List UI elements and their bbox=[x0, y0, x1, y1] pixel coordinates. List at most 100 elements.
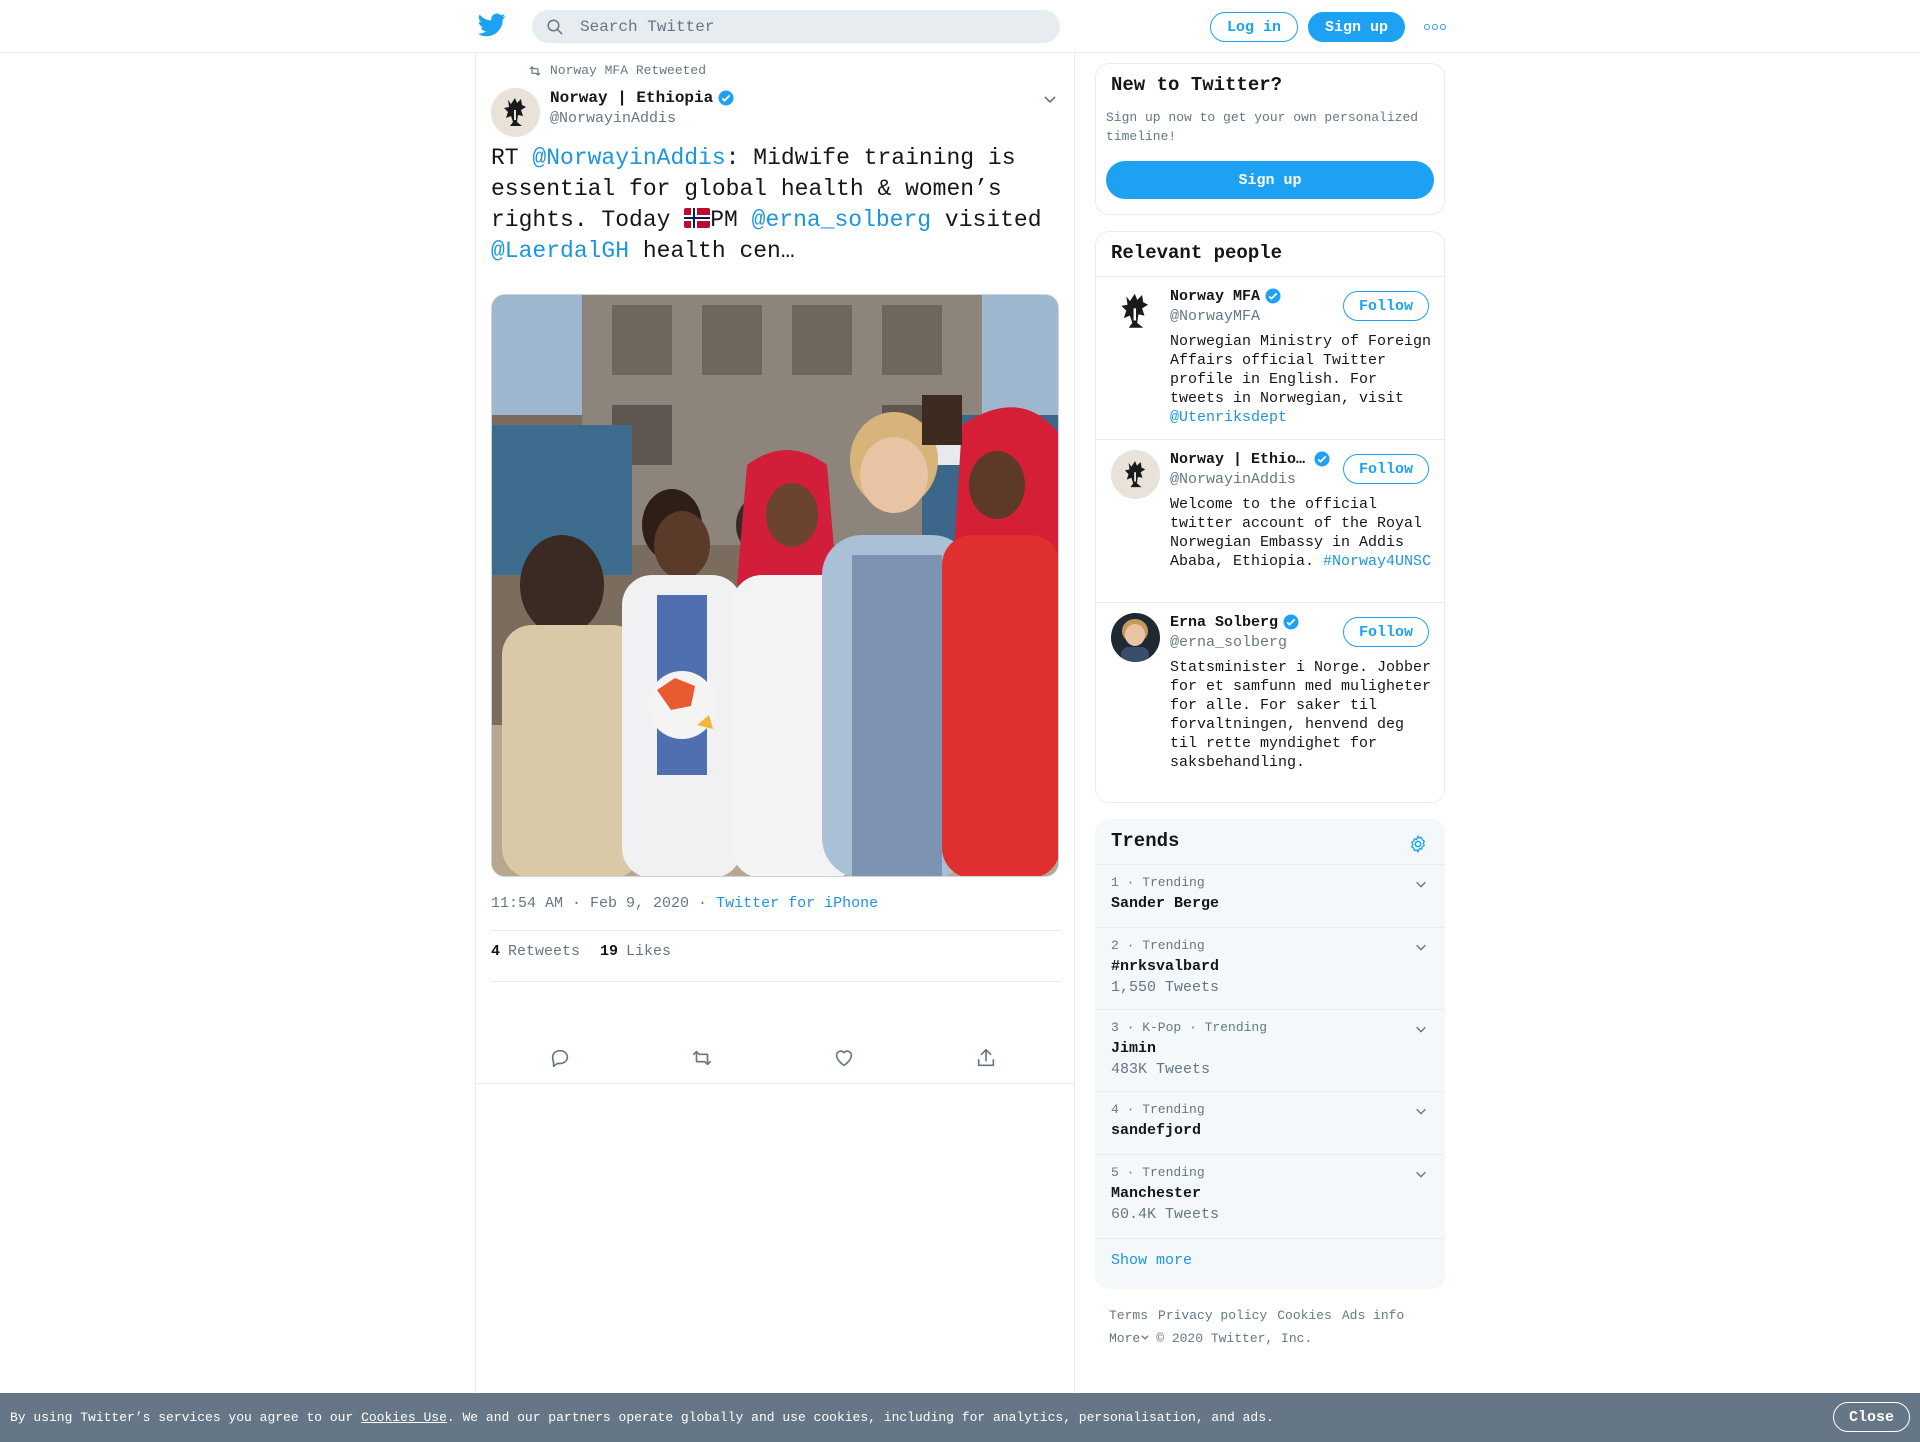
person-handle[interactable]: @NorwayMFA bbox=[1170, 308, 1260, 325]
likes-count: 19 bbox=[600, 943, 619, 960]
trend-item[interactable]: 1 · Trending Sander Berge bbox=[1096, 864, 1444, 927]
person-handle[interactable]: @NorwayinAddis bbox=[1170, 471, 1296, 488]
avatar[interactable] bbox=[1111, 613, 1160, 662]
follow-button[interactable]: Follow bbox=[1343, 291, 1429, 321]
tweet-stats: 4 Retweets 19 Likes bbox=[491, 943, 671, 960]
trend-item[interactable]: 5 · Trending Manchester 60.4K Tweets bbox=[1096, 1154, 1444, 1236]
search-box[interactable] bbox=[532, 10, 1060, 43]
share-icon[interactable] bbox=[975, 1047, 997, 1069]
follow-button[interactable]: Follow bbox=[1343, 617, 1429, 647]
footer-cookies-link[interactable]: Cookies bbox=[1277, 1308, 1332, 1323]
relevant-people-title: Relevant people bbox=[1111, 242, 1283, 264]
login-button[interactable]: Log in bbox=[1210, 12, 1298, 42]
gear-icon[interactable] bbox=[1408, 834, 1428, 854]
person-photo-icon bbox=[1111, 613, 1160, 662]
footer-ads-link[interactable]: Ads info bbox=[1342, 1308, 1404, 1323]
chevron-down-icon[interactable] bbox=[1414, 1104, 1428, 1118]
retweet-icon[interactable] bbox=[691, 1047, 713, 1069]
norway-flag-icon bbox=[684, 208, 711, 228]
divider bbox=[1096, 1238, 1444, 1239]
tweet-timestamp[interactable]: 11:54 AM · Feb 9, 2020 bbox=[491, 895, 689, 912]
trend-meta: 2 · Trending bbox=[1111, 938, 1205, 953]
trend-meta: 5 · Trending bbox=[1111, 1165, 1205, 1180]
tweet-source-link[interactable]: Twitter for iPhone bbox=[716, 895, 878, 912]
author-name[interactable]: Norway | Ethiopia bbox=[550, 89, 713, 107]
tweet-actions bbox=[491, 1047, 1061, 1069]
person-item-erna-solberg[interactable]: Erna Solberg @erna_solberg Follow Statsm… bbox=[1096, 602, 1444, 802]
author-avatar[interactable] bbox=[491, 88, 540, 137]
author-name-row[interactable]: Norway | Ethiopia bbox=[550, 89, 735, 107]
verified-badge-icon bbox=[1314, 451, 1330, 467]
trend-meta: 1 · Trending bbox=[1111, 875, 1205, 890]
new-to-twitter-card: New to Twitter? Sign up now to get your … bbox=[1095, 63, 1445, 215]
tweet-text-segment: visited bbox=[931, 207, 1042, 233]
bio-hashtag-link[interactable]: #Norway4UNSC bbox=[1323, 553, 1431, 570]
retweets-stat[interactable]: 4 Retweets bbox=[491, 943, 580, 960]
cookies-use-link[interactable]: Cookies Use bbox=[361, 1410, 447, 1425]
person-name-row[interactable]: Norway MFA bbox=[1170, 287, 1282, 305]
more-icon[interactable] bbox=[1424, 20, 1446, 34]
tweet-text: RT @NorwayinAddis: Midwife training is e… bbox=[491, 143, 1061, 267]
new-to-twitter-text: Sign up now to get your own personalized… bbox=[1106, 110, 1419, 144]
person-handle[interactable]: @erna_solberg bbox=[1170, 634, 1287, 651]
trend-name: Manchester bbox=[1111, 1185, 1202, 1202]
verified-badge-icon bbox=[1283, 614, 1299, 630]
divider bbox=[491, 930, 1061, 931]
chevron-down-icon[interactable] bbox=[1414, 940, 1428, 954]
tweet-text-segment: health cen… bbox=[629, 238, 795, 264]
chevron-down-icon[interactable] bbox=[1414, 1022, 1428, 1036]
trend-item[interactable]: 4 · Trending sandefjord bbox=[1096, 1091, 1444, 1154]
chevron-down-icon[interactable] bbox=[1414, 1167, 1428, 1181]
trend-item[interactable]: 3 · K-Pop · Trending Jimin 483K Tweets bbox=[1096, 1009, 1444, 1091]
person-name-row[interactable]: Erna Solberg bbox=[1170, 613, 1300, 631]
trend-count: 483K Tweets bbox=[1111, 1061, 1211, 1078]
chevron-down-icon[interactable] bbox=[1414, 877, 1428, 891]
twitter-logo-icon[interactable] bbox=[478, 13, 506, 37]
footer-links: Terms Privacy policy Cookies Ads info More ©… bbox=[1109, 1304, 1439, 1350]
mention-link[interactable]: @erna_solberg bbox=[752, 207, 931, 233]
norway-lion-crest-icon bbox=[503, 97, 526, 126]
cookie-text-before: By using Twitter’s services you agree to… bbox=[10, 1410, 362, 1425]
norway-lion-crest-icon bbox=[1124, 460, 1145, 487]
trend-name: #nrksvalbard bbox=[1111, 958, 1220, 975]
reply-icon[interactable] bbox=[549, 1047, 571, 1069]
cookie-close-button[interactable]: Close bbox=[1833, 1402, 1910, 1432]
show-more-link[interactable]: Show more bbox=[1111, 1252, 1192, 1269]
person-item-norwaymfa[interactable]: Norway MFA @NorwayMFA Follow Norwegian M… bbox=[1096, 276, 1444, 439]
trend-meta: 4 · Trending bbox=[1111, 1102, 1205, 1117]
person-bio: Norwegian Ministry of Foreign Affairs of… bbox=[1170, 332, 1436, 427]
retweet-context-label[interactable]: Norway MFA Retweeted bbox=[550, 63, 706, 78]
mention-link[interactable]: @NorwayinAddis bbox=[532, 145, 725, 171]
person-name: Norway | Ethio… bbox=[1170, 450, 1306, 468]
likes-stat[interactable]: 19 Likes bbox=[600, 943, 671, 960]
trend-meta: 3 · K-Pop · Trending bbox=[1111, 1020, 1268, 1035]
meta-separator: · bbox=[689, 895, 717, 912]
footer-copyright: © 2020 Twitter, Inc. bbox=[1156, 1331, 1313, 1346]
search-input[interactable] bbox=[580, 17, 1020, 36]
tweet-meta: 11:54 AM · Feb 9, 2020 · Twitter for iPh… bbox=[491, 895, 878, 912]
mention-link[interactable]: @LaerdalGH bbox=[491, 238, 629, 264]
avatar[interactable] bbox=[1111, 450, 1160, 499]
retweet-small-icon bbox=[529, 65, 541, 76]
footer-terms-link[interactable]: Terms bbox=[1109, 1308, 1148, 1323]
likes-label: Likes bbox=[626, 943, 672, 960]
chevron-down-icon bbox=[1141, 1335, 1149, 1340]
footer-more-label: More bbox=[1109, 1331, 1141, 1346]
author-handle[interactable]: @NorwayinAddis bbox=[550, 110, 735, 127]
follow-button[interactable]: Follow bbox=[1343, 454, 1429, 484]
person-item-norwayinaddis[interactable]: Norway | Ethio… @NorwayinAddis Follow We… bbox=[1096, 439, 1444, 602]
group-photo-illustration bbox=[492, 295, 1058, 876]
person-name: Erna Solberg bbox=[1170, 613, 1279, 631]
signup-button[interactable]: Sign up bbox=[1308, 12, 1405, 42]
trend-item[interactable]: 2 · Trending #nrksvalbard 1,550 Tweets bbox=[1096, 927, 1444, 1009]
person-name-row[interactable]: Norway | Ethio… bbox=[1170, 450, 1331, 468]
footer-privacy-link[interactable]: Privacy policy bbox=[1158, 1308, 1267, 1323]
footer-more-link[interactable]: More bbox=[1109, 1331, 1150, 1346]
sidebar-signup-button[interactable]: Sign up bbox=[1106, 161, 1434, 199]
like-heart-icon[interactable] bbox=[833, 1047, 855, 1069]
avatar[interactable] bbox=[1111, 287, 1160, 336]
chevron-down-icon[interactable] bbox=[1042, 91, 1058, 107]
bio-link[interactable]: @Utenriksdept bbox=[1170, 409, 1287, 426]
tweet-photo[interactable] bbox=[491, 294, 1059, 877]
person-bio: Statsminister i Norge. Jobber for et sam… bbox=[1170, 659, 1432, 771]
